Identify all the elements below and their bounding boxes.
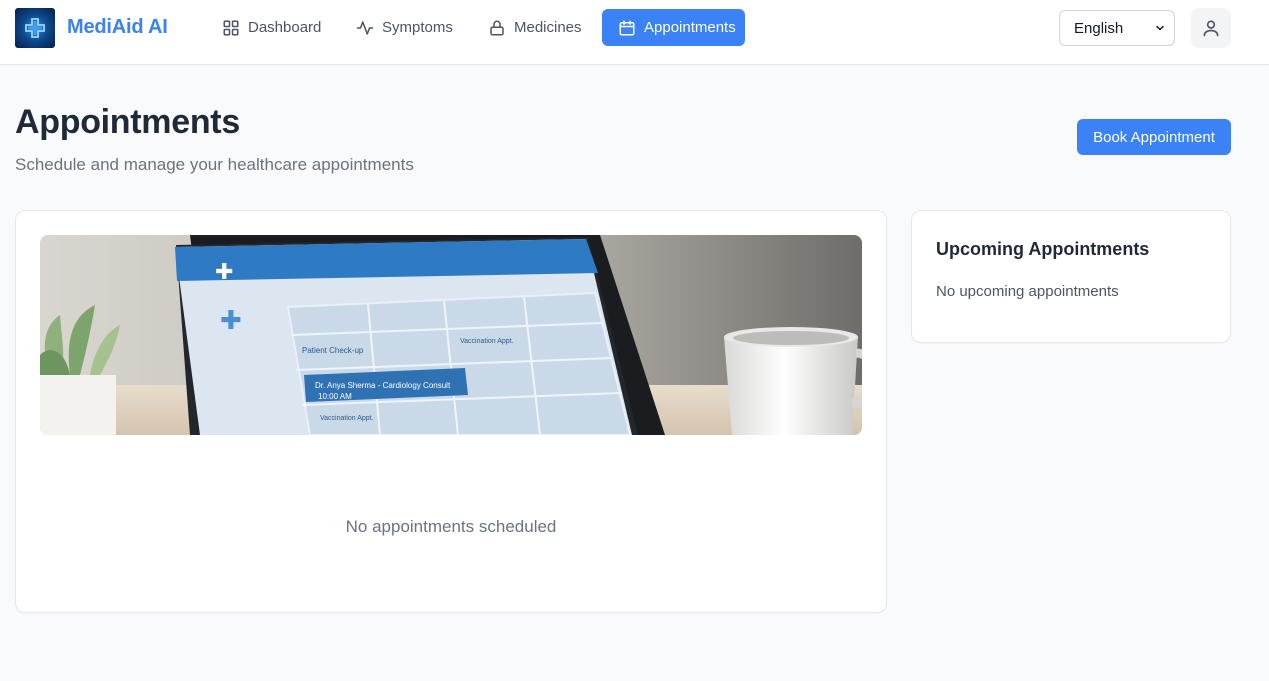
top-navbar: MediAid AI Dashboard Symptoms Medicines …	[0, 0, 1269, 65]
hero-event-3-time: 10:00 AM	[318, 392, 352, 401]
hero-event-1: Patient Check-up	[302, 346, 364, 355]
upcoming-appointments-title: Upcoming Appointments	[936, 239, 1150, 259]
brand-name[interactable]: MediAid AI	[67, 16, 168, 39]
hero-event-3-title: Dr. Anya Sherma - Cardiology Consult	[315, 381, 451, 390]
mug-illustration	[724, 327, 862, 435]
no-appointments-message: No appointments scheduled	[345, 517, 557, 536]
grid-icon	[223, 20, 239, 35]
nav-appointments[interactable]: Appointments	[602, 9, 745, 46]
nav-appointments-label: Appointments	[644, 19, 736, 36]
language-selected-value: English	[1074, 19, 1124, 37]
nav-medicines[interactable]: Medicines	[472, 9, 598, 46]
language-select[interactable]: English	[1059, 10, 1175, 46]
tablet-illustration: ✚ ✚ Patient Check-up Vaccination Appt. D…	[175, 235, 665, 435]
user-profile-button[interactable]	[1191, 8, 1231, 48]
appointments-card: ✚ ✚ Patient Check-up Vaccination Appt. D…	[15, 210, 887, 613]
activity-icon	[356, 20, 374, 35]
lock-icon	[490, 20, 504, 35]
upcoming-appointments-card: Upcoming Appointments No upcoming appoin…	[911, 210, 1231, 343]
nav-symptoms-label: Symptoms	[382, 19, 453, 36]
nav-dashboard[interactable]: Dashboard	[206, 9, 337, 46]
calendar-icon	[619, 20, 635, 35]
user-icon	[1203, 20, 1219, 37]
appointments-hero-image: ✚ ✚ Patient Check-up Vaccination Appt. D…	[40, 235, 862, 435]
chevron-down-icon	[1156, 25, 1164, 31]
svg-text:✚: ✚	[215, 259, 233, 284]
book-appointment-button[interactable]: Book Appointment	[1077, 119, 1231, 155]
logo-icon[interactable]	[15, 8, 55, 48]
svg-text:✚: ✚	[220, 305, 242, 335]
nav-symptoms[interactable]: Symptoms	[340, 9, 469, 46]
nav-dashboard-label: Dashboard	[248, 19, 322, 36]
hero-event-2: Vaccination Appt.	[460, 338, 514, 345]
no-upcoming-message: No upcoming appointments	[936, 283, 1119, 300]
nav-medicines-label: Medicines	[514, 19, 582, 36]
page-title: Appointments	[15, 103, 240, 141]
hero-event-4: Vaccination Appt.	[320, 415, 374, 422]
page-subtitle: Schedule and manage your healthcare appo…	[15, 155, 414, 174]
